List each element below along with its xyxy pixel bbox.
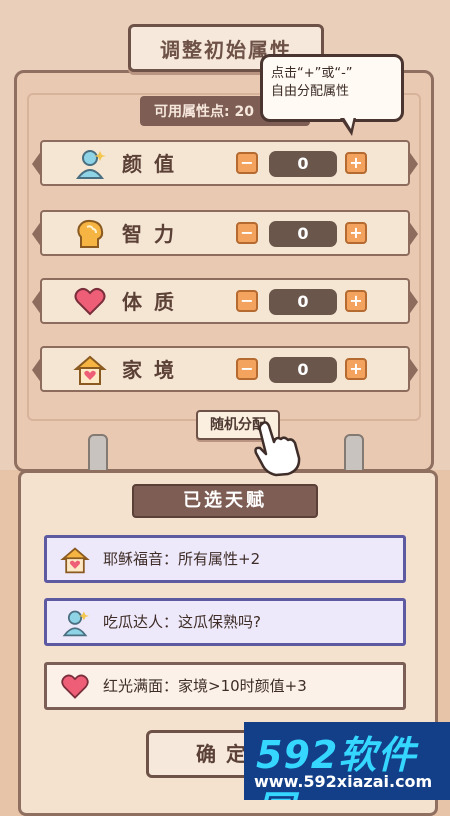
available-points-label: 可用属性点: 20 bbox=[154, 104, 254, 120]
increase-button[interactable]: + bbox=[345, 358, 367, 380]
talent-card[interactable]: 红光满面：家境>10时颜值+3 bbox=[44, 662, 406, 710]
hint-line-2: 自由分配属性 bbox=[271, 84, 350, 99]
attribute-row-intelligence: 智力 − 0 + bbox=[32, 210, 418, 256]
talent-description: 耶稣福音：所有属性+2 bbox=[103, 550, 261, 568]
watermark-url: www.592xiazai.com bbox=[254, 772, 433, 791]
decrease-button[interactable]: − bbox=[236, 358, 258, 380]
increase-button[interactable]: + bbox=[345, 290, 367, 312]
house-icon bbox=[72, 352, 108, 388]
attribute-label: 家境 bbox=[122, 358, 186, 382]
attribute-label: 体质 bbox=[122, 290, 186, 314]
attribute-value: 0 bbox=[269, 151, 337, 177]
hint-tooltip: 点击“+”或“-” 自由分配属性 bbox=[260, 54, 404, 122]
hand-pointer-icon bbox=[254, 421, 301, 477]
tooltip-tail-fill bbox=[343, 116, 354, 129]
attribute-value: 0 bbox=[269, 289, 337, 315]
attribute-row-constitution: 体质 − 0 + bbox=[32, 278, 418, 324]
increase-button[interactable]: + bbox=[345, 222, 367, 244]
attribute-row-family: 家境 − 0 + bbox=[32, 346, 418, 392]
decrease-button[interactable]: − bbox=[236, 222, 258, 244]
heart-icon bbox=[59, 671, 91, 703]
attribute-label: 颜值 bbox=[122, 152, 186, 176]
brain-icon bbox=[72, 216, 108, 252]
person-icon bbox=[72, 146, 108, 182]
person-icon bbox=[59, 607, 91, 639]
talent-card[interactable]: 吃瓜达人：这瓜保熟吗? bbox=[44, 598, 406, 646]
heart-icon bbox=[72, 284, 108, 320]
talent-description: 吃瓜达人：这瓜保熟吗? bbox=[103, 613, 261, 631]
attribute-row-appearance: 颜值 − 0 + bbox=[32, 140, 418, 186]
decrease-button[interactable]: − bbox=[236, 290, 258, 312]
talent-description: 红光满面：家境>10时颜值+3 bbox=[103, 677, 307, 695]
decrease-button[interactable]: − bbox=[236, 152, 258, 174]
attribute-label: 智力 bbox=[122, 222, 186, 246]
site-watermark: 592软件园 www.592xiazai.com bbox=[244, 722, 450, 800]
attribute-value: 0 bbox=[269, 221, 337, 247]
talent-card[interactable]: 耶稣福音：所有属性+2 bbox=[44, 535, 406, 583]
increase-button[interactable]: + bbox=[345, 152, 367, 174]
selected-talents-heading: 已选天赋 bbox=[132, 484, 318, 518]
house-icon bbox=[59, 544, 91, 576]
attribute-value: 0 bbox=[269, 357, 337, 383]
hint-line-1: 点击“+”或“-” bbox=[271, 66, 353, 81]
